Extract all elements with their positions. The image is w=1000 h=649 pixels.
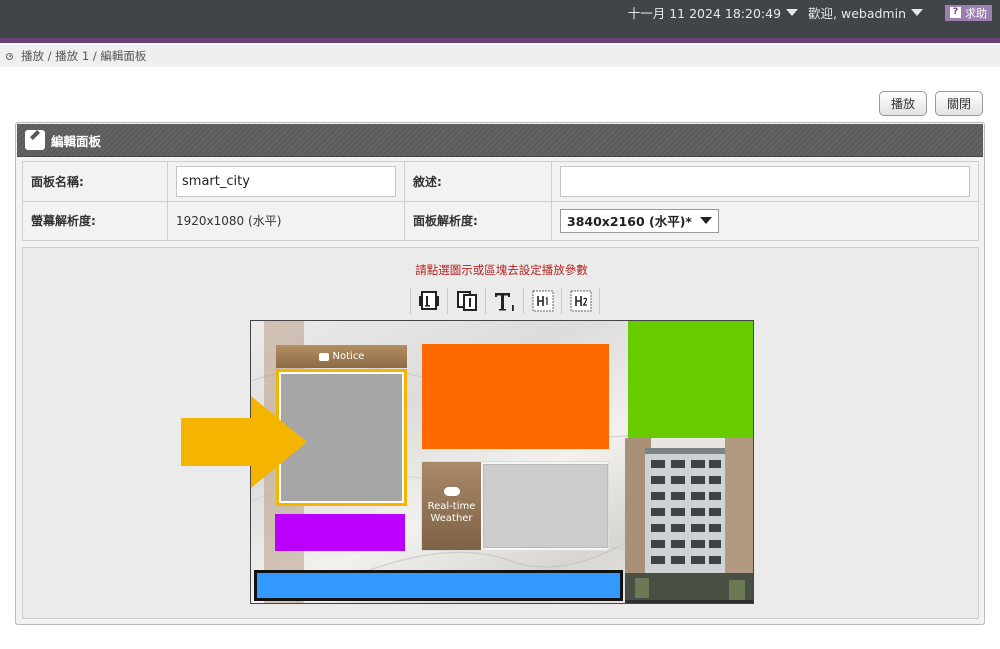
html2-tool[interactable]: [562, 288, 600, 314]
layout-canvas: Notice Real-time Weather: [250, 320, 754, 604]
panel-resolution-select[interactable]: 3840x2160 (水平)*: [560, 208, 719, 233]
edit-icon: [25, 130, 45, 150]
building-image: [625, 438, 753, 603]
green-zone[interactable]: [628, 321, 753, 438]
panel-title: 編輯面板: [51, 133, 102, 149]
close-button[interactable]: 關閉: [935, 91, 983, 116]
help-label: 求助: [965, 6, 987, 20]
chevron-down-icon: [699, 217, 712, 225]
screen-resolution-value: 1920x1080 (水平): [167, 200, 406, 241]
notice-header: Notice: [276, 345, 407, 368]
layout-editor: 請點選圖示或區塊去設定播放參數 Notice Real-time Weather: [22, 247, 979, 619]
panel-name-input[interactable]: smart_city: [176, 165, 397, 197]
text-tool[interactable]: [486, 288, 524, 314]
screen-resolution-label: 螢幕解析度:: [21, 200, 169, 241]
breadcrumb-text[interactable]: 播放 / 播放 1 / 編輯面板: [21, 48, 146, 64]
text-icon: [494, 293, 514, 311]
weather-widget: Real-time Weather: [421, 461, 609, 551]
welcome-text: 歡迎, webadmin: [808, 6, 906, 21]
cloud-icon: [443, 487, 460, 496]
zone-toolbar: [410, 288, 600, 314]
blue-ticker-zone[interactable]: [254, 570, 623, 601]
datetime-dropdown[interactable]: 十一月 11 2024 18:20:49: [627, 3, 799, 22]
description-label: 敘述:: [404, 161, 552, 202]
single-frame-tool[interactable]: [410, 288, 448, 314]
top-bar: 十一月 11 2024 18:20:49 歡迎, webadmin ? 求助: [0, 0, 1000, 38]
multi-frame-tool[interactable]: [448, 288, 486, 314]
html2-icon: [570, 290, 591, 312]
purple-zone[interactable]: [275, 514, 405, 551]
datetime-text: 十一月 11 2024 18:20:49: [627, 6, 782, 21]
weather-label-2: Weather: [430, 513, 473, 524]
html1-tool[interactable]: [524, 288, 562, 314]
panel-name-label: 面板名稱:: [21, 161, 169, 202]
chat-icon: [318, 352, 329, 361]
chevron-down-icon: [911, 9, 923, 16]
user-dropdown[interactable]: 歡迎, webadmin: [808, 3, 923, 22]
arrow-icon: [181, 396, 307, 488]
weather-label-1: Real-time: [427, 501, 476, 512]
edit-panel: 編輯面板 面板名稱: smart_city 敘述: 螢幕解析度: 1920x10…: [15, 122, 985, 625]
chevron-down-icon: [786, 9, 799, 16]
panel-form: 面板名稱: smart_city 敘述: 螢幕解析度: 1920x1080 (水…: [21, 161, 979, 241]
editor-hint: 請點選圖示或區塊去設定播放參數: [415, 263, 588, 277]
panel-header: 編輯面板: [17, 124, 983, 157]
notice-label: Notice: [332, 351, 365, 362]
breadcrumb: 播放 / 播放 1 / 編輯面板: [0, 45, 1000, 67]
html1-icon: [532, 290, 553, 312]
panel-resolution-label: 面板解析度:: [404, 200, 552, 241]
description-input[interactable]: [560, 165, 970, 197]
multi-frame-icon: [456, 291, 477, 311]
weather-label-box: Real-time Weather: [422, 462, 481, 550]
target-icon: [6, 52, 13, 60]
accent-strip: [0, 38, 1000, 43]
orange-zone[interactable]: [422, 344, 609, 449]
single-frame-icon: [419, 291, 439, 310]
help-button[interactable]: ? 求助: [945, 4, 992, 21]
panel-resolution-value: 3840x2160 (水平)*: [567, 214, 692, 230]
play-button[interactable]: 播放: [879, 91, 927, 116]
question-icon: ?: [950, 7, 961, 18]
weather-zone[interactable]: [483, 464, 608, 548]
